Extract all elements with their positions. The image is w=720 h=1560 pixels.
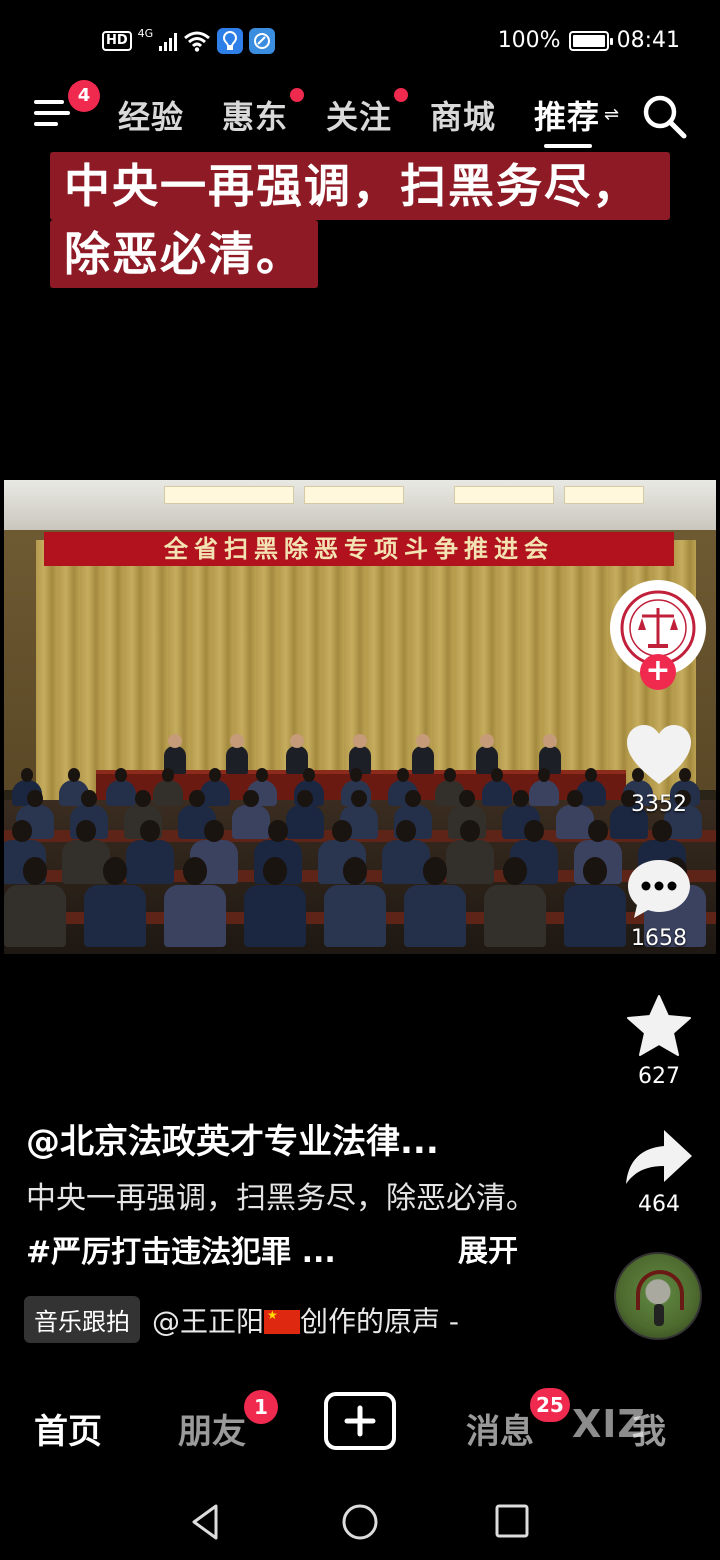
tab-friends[interactable]: 朋友 bbox=[178, 1404, 246, 1453]
browser-notification-icon bbox=[249, 28, 276, 54]
audience-member bbox=[153, 768, 183, 806]
audience-member bbox=[4, 857, 66, 947]
audience-member bbox=[84, 857, 146, 947]
audience-member bbox=[106, 768, 136, 806]
recents-icon[interactable] bbox=[494, 1503, 530, 1539]
comment-count: 1658 bbox=[631, 926, 687, 951]
audience-member bbox=[164, 857, 226, 947]
search-icon[interactable] bbox=[640, 92, 688, 140]
audience-member bbox=[62, 820, 110, 884]
star-icon bbox=[627, 995, 691, 1056]
status-bar: HD 4G 100% 08:41 bbox=[0, 0, 720, 70]
plus-icon bbox=[344, 1405, 376, 1437]
tab-home[interactable]: 首页 bbox=[34, 1404, 102, 1453]
active-tab-indicator bbox=[544, 144, 592, 148]
expand-button[interactable]: 展开 bbox=[458, 1226, 518, 1270]
battery-icon bbox=[568, 30, 613, 51]
favorite-button[interactable]: 627 bbox=[618, 994, 700, 1089]
audience-member bbox=[446, 820, 494, 884]
app-notification-icon bbox=[217, 28, 244, 54]
status-left-icons: HD 4G bbox=[102, 26, 276, 54]
audience-member bbox=[244, 857, 306, 947]
like-button[interactable]: 3352 bbox=[618, 724, 700, 817]
hamburger-icon[interactable] bbox=[34, 98, 70, 128]
clock: 08:41 bbox=[616, 28, 680, 53]
follow-button[interactable]: + bbox=[640, 654, 676, 690]
system-nav-bar bbox=[0, 1470, 720, 1560]
music-disc[interactable] bbox=[614, 1252, 702, 1340]
caption-line-2: 除恶必清。 bbox=[50, 220, 318, 288]
heart-icon bbox=[627, 725, 691, 784]
tab-tuijian[interactable]: 推荐 bbox=[534, 92, 600, 138]
audience-member bbox=[529, 768, 559, 806]
tab-guanzhu[interactable]: 关注 bbox=[326, 92, 392, 138]
china-flag-icon bbox=[264, 1308, 301, 1334]
author-name[interactable]: @北京法政英才专业法律... bbox=[26, 1114, 439, 1163]
comment-button[interactable]: 1658 bbox=[618, 858, 700, 951]
audience-member bbox=[484, 857, 546, 947]
music-tag[interactable]: 音乐跟拍 bbox=[24, 1296, 140, 1343]
comment-icon bbox=[628, 860, 690, 918]
tab-huidong[interactable]: 惠东 bbox=[222, 92, 288, 138]
favorite-count: 627 bbox=[638, 1064, 680, 1089]
tab-jingyan[interactable]: 经验 bbox=[118, 92, 184, 138]
description-text: 中央一再强调，扫黑务尽，除恶必清。 bbox=[26, 1181, 536, 1216]
friends-badge: 1 bbox=[244, 1390, 278, 1424]
watermark: XIZ bbox=[572, 1402, 646, 1446]
audience-member bbox=[482, 768, 512, 806]
audience-member bbox=[200, 768, 230, 806]
network-type-label: 4G bbox=[137, 26, 154, 40]
menu-badge: 4 bbox=[68, 80, 100, 112]
top-nav: 4 经验 惠东 关注 商城 推荐 ⇌ bbox=[0, 70, 720, 160]
audience-member bbox=[286, 789, 324, 839]
back-icon[interactable] bbox=[186, 1502, 226, 1542]
hd-icon: HD bbox=[102, 31, 132, 51]
hashtag-link[interactable]: #严厉打击违法犯罪 ... bbox=[26, 1235, 336, 1270]
create-button[interactable] bbox=[324, 1392, 396, 1450]
status-right: 100% 08:41 bbox=[498, 28, 680, 53]
app-screen: HD 4G 100% 08:41 4 经验 惠东 关注 商城 推荐 ⇌ 中央一再… bbox=[0, 0, 720, 1560]
wifi-icon bbox=[184, 31, 211, 52]
like-count: 3352 bbox=[631, 792, 687, 817]
tab-shangcheng[interactable]: 商城 bbox=[430, 92, 496, 138]
music-credit[interactable]: @王正阳创作的原声 - bbox=[152, 1300, 459, 1340]
stage-banner: 全省扫黑除恶专项斗争推进会 bbox=[44, 532, 674, 566]
signal-icon bbox=[159, 31, 178, 51]
audience-member bbox=[324, 857, 386, 947]
share-arrow-icon bbox=[626, 1130, 692, 1184]
video-frame[interactable]: 全省扫黑除恶专项斗争推进会 bbox=[4, 480, 716, 954]
tab-huidong-dot bbox=[290, 88, 304, 102]
messages-badge: 25 bbox=[530, 1388, 570, 1422]
switch-feed-icon[interactable]: ⇌ bbox=[604, 104, 619, 125]
home-circle-icon[interactable] bbox=[340, 1502, 380, 1542]
tab-guanzhu-dot bbox=[394, 88, 408, 102]
battery-percent: 100% bbox=[497, 28, 561, 53]
audience-member bbox=[564, 857, 626, 947]
ceiling bbox=[4, 480, 716, 530]
share-count: 464 bbox=[638, 1192, 680, 1217]
audience-member bbox=[382, 820, 430, 884]
video-caption: 中央一再强调，扫黑务尽， 除恶必清。 bbox=[50, 152, 670, 288]
music-row[interactable]: 音乐跟拍 @王正阳创作的原声 - bbox=[24, 1296, 459, 1343]
tab-messages[interactable]: 消息 bbox=[466, 1404, 534, 1453]
audience-member bbox=[126, 820, 174, 884]
audience-member bbox=[232, 789, 270, 839]
caption-line-1: 中央一再强调，扫黑务尽， bbox=[50, 152, 670, 220]
share-button[interactable]: 464 bbox=[618, 1128, 700, 1217]
audience-member bbox=[404, 857, 466, 947]
